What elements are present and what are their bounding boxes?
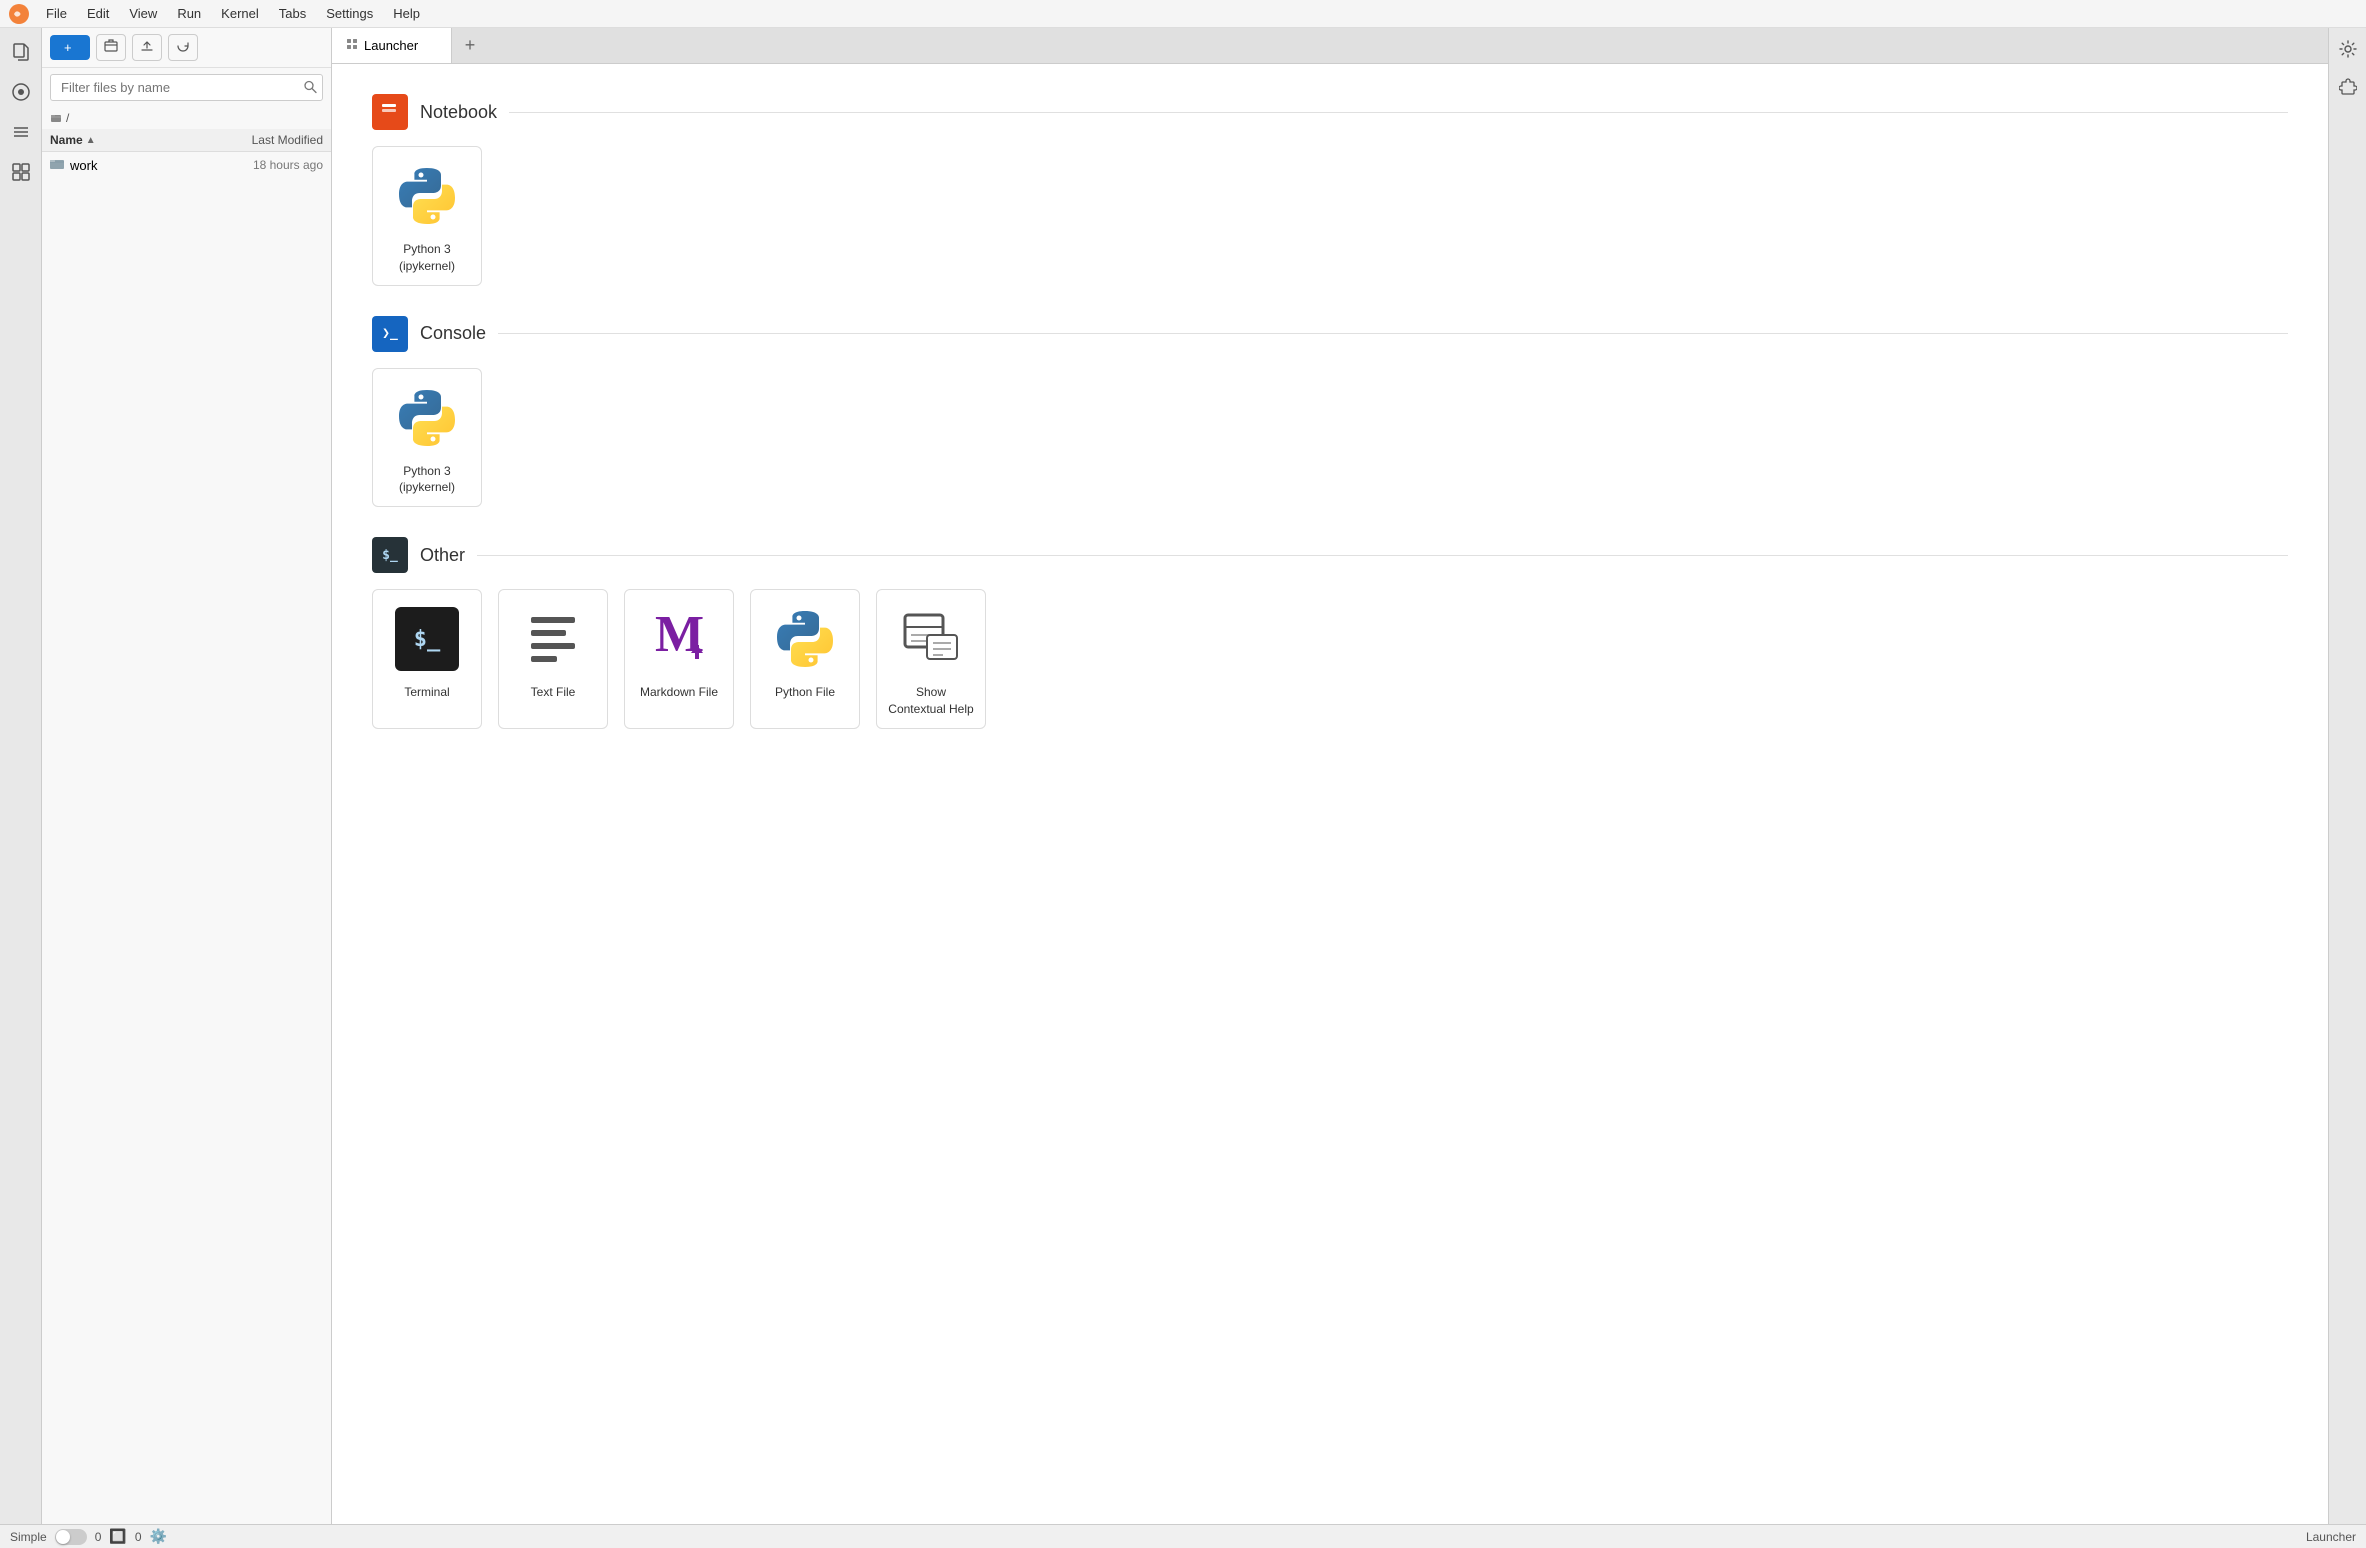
activity-bar	[0, 28, 42, 1524]
activity-commands[interactable]	[3, 114, 39, 150]
menu-file[interactable]: File	[38, 4, 75, 23]
card-python3-console[interactable]: Python 3(ipykernel)	[372, 368, 482, 508]
sort-arrow-icon: ▲	[86, 135, 96, 146]
upload-folder-button[interactable]	[96, 34, 126, 61]
pythonfile-icon	[770, 604, 840, 674]
card-python3-notebook[interactable]: Python 3(ipykernel)	[372, 146, 482, 286]
card-text-file[interactable]: Text File	[498, 589, 608, 729]
content-area: Launcher + Notebook	[332, 28, 2328, 1524]
contextual-help-icon	[896, 604, 966, 674]
other-cards: $_ Terminal Text Fil	[372, 589, 2288, 729]
breadcrumb-path: /	[66, 111, 69, 125]
activity-files[interactable]	[3, 34, 39, 70]
status-right: Launcher	[2306, 1530, 2356, 1544]
upload-button[interactable]	[132, 34, 162, 61]
tab-label: Launcher	[364, 38, 418, 53]
file-row[interactable]: work 18 hours ago	[42, 152, 331, 178]
textfile-label: Text File	[531, 684, 576, 701]
status-tab-label: Launcher	[2306, 1530, 2356, 1544]
menu-settings[interactable]: Settings	[318, 4, 381, 23]
file-name: work	[70, 158, 213, 173]
pythonfile-label: Python File	[775, 684, 835, 701]
section-divider-notebook	[509, 112, 2288, 113]
file-modified: 18 hours ago	[213, 158, 323, 172]
section-label-notebook: Notebook	[420, 102, 497, 123]
launcher-content: Notebook	[332, 64, 2328, 1524]
status-left: Simple 0 🔲 0 ⚙️	[10, 1528, 167, 1545]
section-label-other: Other	[420, 545, 465, 566]
right-settings-icon[interactable]	[2333, 34, 2363, 64]
status-icon2: ⚙️	[150, 1528, 167, 1545]
status-count2: 0	[135, 1530, 142, 1544]
notebook-cards: Python 3(ipykernel)	[372, 146, 2288, 286]
markdown-icon: M	[644, 604, 714, 674]
search-icon[interactable]	[303, 79, 317, 96]
tab-launcher[interactable]: Launcher	[332, 28, 452, 63]
menu-help[interactable]: Help	[385, 4, 428, 23]
toggle-switch[interactable]	[55, 1529, 87, 1545]
sidebar: + /	[42, 28, 332, 1524]
activity-extensions[interactable]	[3, 154, 39, 190]
menu-run[interactable]: Run	[169, 4, 209, 23]
console-cards: Python 3(ipykernel)	[372, 368, 2288, 508]
new-button[interactable]: +	[50, 35, 90, 60]
menu-kernel[interactable]: Kernel	[213, 4, 267, 23]
console-section-icon: ❯_	[372, 316, 408, 352]
menubar: File Edit View Run Kernel Tabs Settings …	[0, 0, 2366, 28]
menu-edit[interactable]: Edit	[79, 4, 117, 23]
textfile-icon	[518, 604, 588, 674]
python3-console-label: Python 3(ipykernel)	[399, 463, 455, 497]
python3-notebook-icon	[392, 161, 462, 231]
section-divider-other	[477, 555, 2288, 556]
simple-toggle[interactable]	[55, 1529, 87, 1545]
breadcrumb: /	[42, 107, 331, 129]
sidebar-toolbar: +	[42, 28, 331, 68]
folder-icon	[50, 112, 62, 124]
menu-view[interactable]: View	[121, 4, 165, 23]
status-bar: Simple 0 🔲 0 ⚙️ Launcher	[0, 1524, 2366, 1548]
markdown-label: Markdown File	[640, 684, 718, 701]
right-bar	[2328, 28, 2366, 1524]
tab-bar: Launcher +	[332, 28, 2328, 64]
terminal-label: Terminal	[404, 684, 449, 701]
python3-console-icon	[392, 383, 462, 453]
right-extensions-icon[interactable]	[2333, 72, 2363, 102]
refresh-button[interactable]	[168, 34, 198, 61]
activity-running[interactable]	[3, 74, 39, 110]
status-icon1: 🔲	[109, 1528, 126, 1545]
search-bar	[42, 68, 331, 107]
other-section-icon: $_	[372, 537, 408, 573]
section-header-console: ❯_ Console	[372, 316, 2288, 352]
card-markdown[interactable]: M Markdown File	[624, 589, 734, 729]
section-label-console: Console	[420, 323, 486, 344]
section-header-other: $_ Other	[372, 537, 2288, 573]
notebook-section-icon	[372, 94, 408, 130]
menu-tabs[interactable]: Tabs	[271, 4, 314, 23]
sort-by-name[interactable]: Name ▲	[50, 133, 213, 147]
card-python-file[interactable]: Python File	[750, 589, 860, 729]
folder-file-icon	[50, 157, 64, 173]
contextual-help-label: ShowContextual Help	[888, 684, 973, 718]
search-input[interactable]	[50, 74, 323, 101]
card-contextual-help[interactable]: ShowContextual Help	[876, 589, 986, 729]
python3-notebook-label: Python 3(ipykernel)	[399, 241, 455, 275]
card-terminal[interactable]: $_ Terminal	[372, 589, 482, 729]
section-divider-console	[498, 333, 2288, 334]
status-mode: Simple	[10, 1530, 47, 1544]
toggle-knob	[56, 1530, 70, 1544]
column-modified: Last Modified	[213, 133, 323, 147]
file-list-header: Name ▲ Last Modified	[42, 129, 331, 152]
new-tab-button[interactable]: +	[452, 28, 488, 64]
tab-launcher-icon	[346, 38, 358, 53]
section-header-notebook: Notebook	[372, 94, 2288, 130]
terminal-icon: $_	[392, 604, 462, 674]
status-count1: 0	[95, 1530, 102, 1544]
app-logo	[8, 3, 30, 25]
plus-icon: +	[64, 40, 72, 55]
